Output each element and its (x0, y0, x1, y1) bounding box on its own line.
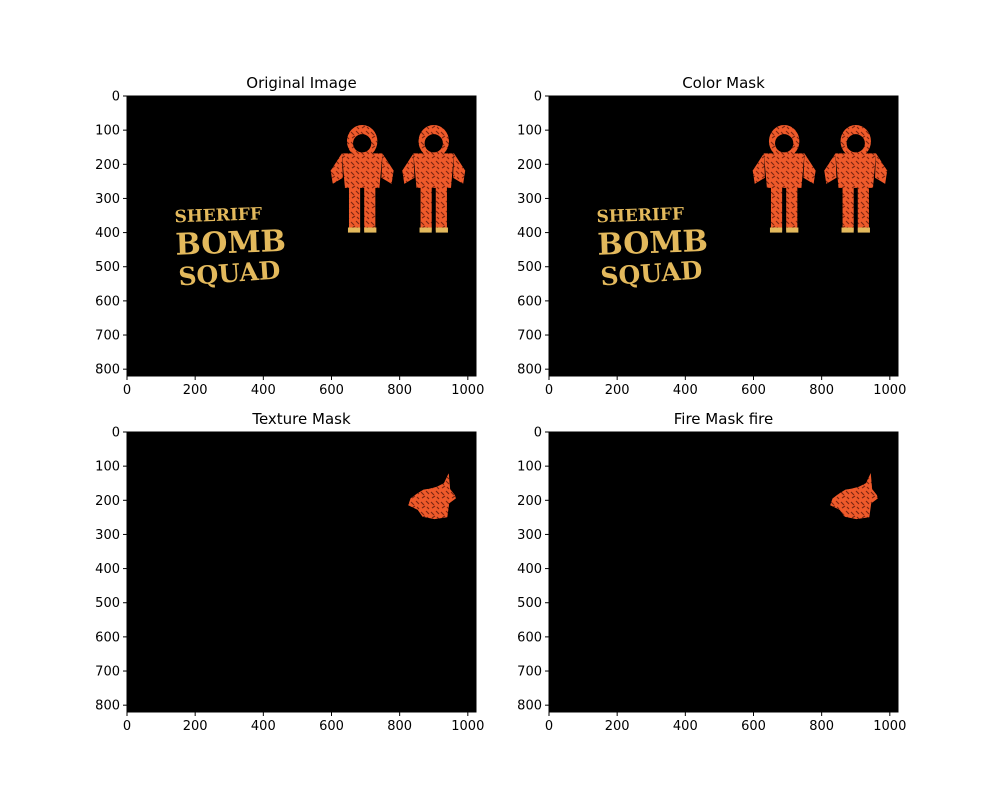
panel-title: Color Mask (682, 74, 765, 92)
x-tick-label: 0 (545, 383, 553, 398)
x-tick-label: 400 (673, 719, 698, 734)
y-tick-label: 0 (112, 426, 120, 441)
y-tick-label: 100 (95, 124, 120, 139)
panel-3: 0 200 400 600 800 1000 0 100 200 300 400 500 600 700 8… (95, 410, 484, 734)
suit-torso (341, 153, 383, 188)
x-tick-label: 1000 (873, 719, 906, 734)
suit-leg-right (364, 185, 376, 231)
x-tick-label: 0 (545, 719, 553, 734)
x-tick-label: 400 (251, 719, 276, 734)
y-tick-label: 100 (95, 460, 120, 475)
suit-visor (775, 134, 794, 153)
suit-visor (846, 134, 865, 153)
x-tick-label: 200 (605, 383, 630, 398)
x-tick-label: 600 (741, 383, 766, 398)
image-area (127, 432, 476, 712)
y-tick-label: 200 (95, 494, 120, 509)
x-tick-label: 600 (741, 719, 766, 734)
y-tick-label: 500 (517, 260, 542, 275)
suit-leg-left (770, 185, 783, 231)
x-tick-label: 0 (123, 719, 131, 734)
x-tick-label: 800 (809, 383, 834, 398)
panel-1: SHERIFFBOMBSQUAD0 200 400 600 800 10000100200… (95, 74, 484, 398)
y-tick-label: 200 (95, 158, 120, 173)
suit-leg-left (420, 185, 432, 231)
y-tick-label: 200 (517, 158, 542, 173)
y-tick-label: 0 (534, 426, 542, 441)
y-tick-label: 700 (95, 329, 120, 344)
y-tick-label: 800 (517, 699, 542, 714)
x-tick-label: 0 (123, 383, 131, 398)
x-tick-label: 800 (809, 719, 834, 734)
y-tick-label: 400 (95, 226, 120, 241)
y-tick-label: 700 (517, 665, 542, 680)
logo-line-1: SHERIFF (174, 204, 262, 227)
suit-leg-right (435, 185, 447, 231)
x-tick-label: 1000 (451, 719, 484, 734)
y-tick-label: 300 (95, 528, 120, 543)
y-tick-label: 100 (517, 124, 542, 139)
x-tick-label: 1000 (873, 383, 906, 398)
x-tick-label: 800 (387, 383, 412, 398)
x-tick-label: 600 (319, 383, 344, 398)
y-tick-label: 500 (517, 596, 542, 611)
y-tick-label: 300 (95, 192, 120, 207)
x-tick-label: 200 (183, 719, 208, 734)
y-tick-label: 400 (95, 562, 120, 577)
y-tick-label: 200 (517, 494, 542, 509)
y-tick-label: 700 (95, 665, 120, 680)
suit-boot-right (857, 227, 870, 233)
panel-title: Original Image (246, 74, 356, 92)
suit-visor (353, 134, 372, 153)
x-tick-label: 400 (251, 383, 276, 398)
y-tick-label: 600 (517, 630, 542, 645)
suit-torso (835, 153, 877, 188)
y-tick-label: 600 (95, 630, 120, 645)
logo-line-1: SHERIFF (596, 204, 684, 227)
panel-2: SHERIFFBOMBSQUAD0 200 400 600 800 10000100200… (517, 74, 906, 398)
y-tick-label: 700 (517, 329, 542, 344)
image-area (549, 432, 898, 712)
x-tick-label: 600 (319, 719, 344, 734)
y-tick-label: 400 (517, 226, 542, 241)
suit-boot-left (347, 227, 361, 233)
suit-leg-right (786, 185, 798, 231)
y-tick-label: 100 (517, 460, 542, 475)
y-tick-label: 500 (95, 260, 120, 275)
x-tick-label: 200 (605, 719, 630, 734)
y-tick-label: 800 (95, 699, 120, 714)
y-tick-label: 800 (517, 363, 542, 378)
panel-4: 0 200 400 600 800 1000 0 100 200 300 400 500 600 700 8… (517, 410, 906, 734)
y-tick-label: 600 (517, 294, 542, 309)
suit-torso (763, 153, 805, 188)
suit-leg-left (842, 185, 854, 231)
x-tick-label: 800 (387, 719, 412, 734)
panel-title: Texture Mask (251, 410, 351, 428)
y-tick-label: 300 (517, 192, 542, 207)
y-tick-label: 500 (95, 596, 120, 611)
x-tick-label: 400 (673, 383, 698, 398)
panel-title: Fire Mask fire (674, 410, 773, 428)
y-tick-label: 600 (95, 294, 120, 309)
x-tick-label: 200 (183, 383, 208, 398)
y-tick-label: 0 (112, 90, 120, 105)
suit-visor (424, 134, 443, 153)
y-tick-label: 400 (517, 562, 542, 577)
suit-torso (413, 153, 455, 188)
y-tick-label: 300 (517, 528, 542, 543)
suit-boot-right (364, 227, 377, 233)
suit-leg-right (857, 185, 869, 231)
suit-boot-left (419, 227, 432, 233)
y-tick-label: 800 (95, 363, 120, 378)
x-tick-label: 1000 (451, 383, 484, 398)
suit-boot-right (786, 227, 799, 233)
y-tick-label: 0 (534, 90, 542, 105)
suit-boot-left (769, 227, 783, 233)
suit-boot-right (435, 227, 448, 233)
suit-leg-left (348, 185, 361, 231)
figure: SHERIFFBOMBSQUAD0 200 400 600 800 10000100200… (95, 74, 906, 734)
suit-boot-left (841, 227, 854, 233)
